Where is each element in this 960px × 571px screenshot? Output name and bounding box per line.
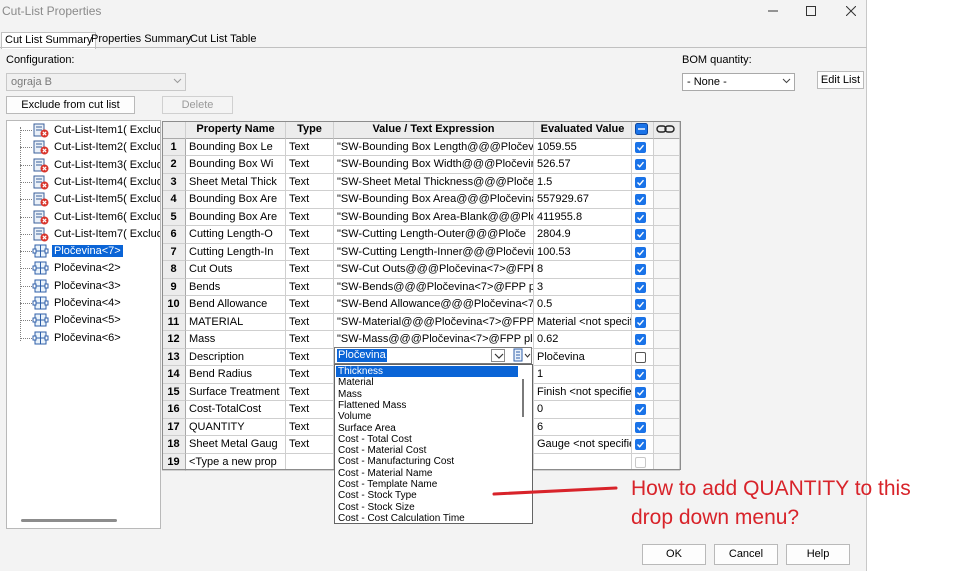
- annotation-question: How to add QUANTITY to this drop down me…: [631, 477, 911, 529]
